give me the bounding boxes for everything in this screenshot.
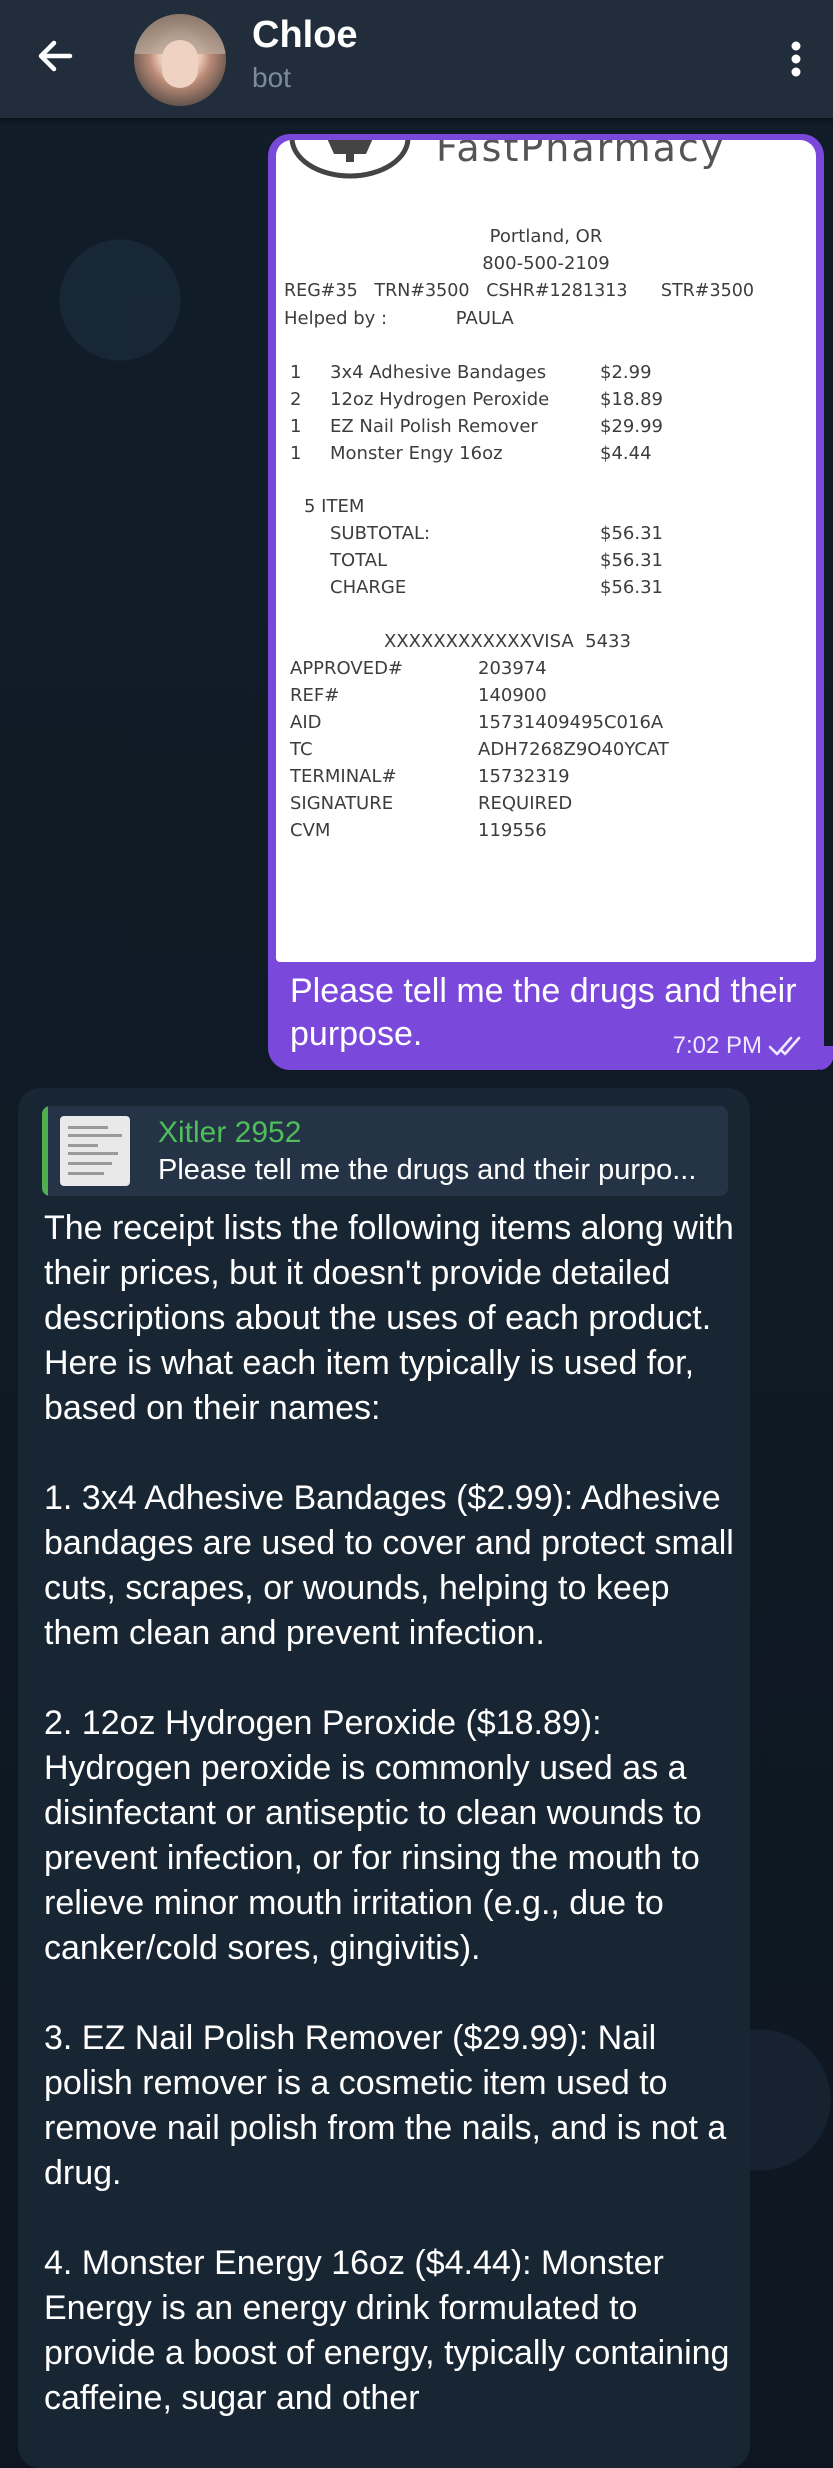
receipt-total: $56.31: [600, 550, 663, 571]
receipt-charge-label: CHARGE: [330, 577, 407, 598]
receipt-detail-value: 15732319: [478, 766, 570, 787]
avatar[interactable]: [134, 14, 226, 106]
receipt-item-name: EZ Nail Polish Remover: [330, 416, 538, 437]
receipt-item-qty: 1: [290, 362, 302, 383]
double-check-icon: [768, 1036, 801, 1056]
receipt-detail-label: REF#: [290, 685, 340, 706]
vertical-dots-icon: [791, 41, 801, 77]
receipt-photo[interactable]: FastPharmacy Portland, OR 800-500-2109 R…: [276, 140, 816, 962]
receipt-subtotal-label: SUBTOTAL:: [330, 523, 431, 544]
receipt-card: XXXXXXXXXXXXVISA 5433: [384, 631, 631, 652]
message-paragraph: The receipt lists the following items al…: [44, 1209, 734, 1427]
receipt-detail-label: TERMINAL#: [290, 766, 397, 787]
incoming-message[interactable]: Xitler 2952 Please tell me the drugs and…: [18, 1088, 750, 2468]
incoming-message-text: The receipt lists the following items al…: [44, 1206, 734, 2466]
receipt-item-qty: 1: [290, 416, 302, 437]
reply-preview: Please tell me the drugs and their purpo…: [158, 1154, 697, 1186]
receipt-item-name: 12oz Hydrogen Peroxide: [330, 389, 550, 410]
message-time: 7:02 PM: [672, 1032, 762, 1059]
message-paragraph: 3. EZ Nail Polish Remover ($29.99): Nail…: [44, 2019, 727, 2192]
receipt-location: Portland, OR: [489, 226, 603, 247]
receipt-reg-line: REG#35 TRN#3500 CSHR#1281313 STR#3500: [284, 281, 755, 301]
receipt-item-price: $18.89: [600, 389, 663, 410]
message-paragraph: 4. Monster Energy 16oz ($4.44): Monster …: [44, 2244, 730, 2417]
receipt-brand: FastPharmacy: [436, 140, 726, 170]
message-meta: 7:02 PM: [673, 1032, 806, 1060]
receipt-detail-value: 140900: [478, 685, 547, 706]
receipt-item-qty: 1: [290, 443, 302, 464]
message-paragraph: 2. 12oz Hydrogen Peroxide ($18.89): Hydr…: [44, 1704, 702, 1967]
menu-button[interactable]: [776, 32, 816, 84]
pharmacy-logo-icon: [289, 140, 411, 179]
receipt-detail-value: 15731409495C016A: [478, 712, 664, 733]
reply-accent-bar: [42, 1106, 48, 1196]
receipt-detail-value: ADH7268Z9O40YCAT: [478, 739, 669, 760]
receipt-detail-value: 119556: [478, 820, 547, 841]
back-button[interactable]: [30, 30, 82, 82]
receipt-phone: 800-500-2109: [482, 253, 610, 274]
receipt-item-name: 3x4 Adhesive Bandages: [330, 362, 547, 383]
receipt-item-price: $2.99: [600, 362, 652, 383]
reply-thumbnail: [60, 1116, 130, 1186]
message-paragraph: 1. 3x4 Adhesive Bandages ($2.99): Adhesi…: [44, 1479, 734, 1652]
receipt-detail-label: APPROVED#: [290, 658, 404, 679]
receipt-item-price: $4.44: [600, 443, 652, 464]
receipt-detail-value: 203974: [478, 658, 547, 679]
receipt-detail-label: CVM: [290, 820, 331, 841]
arrow-left-icon: [38, 40, 73, 72]
receipt-item-price: $29.99: [600, 416, 663, 437]
receipt-detail-label: SIGNATURE: [290, 793, 394, 814]
receipt-total-label: TOTAL: [330, 550, 388, 571]
reply-quote[interactable]: Xitler 2952 Please tell me the drugs and…: [42, 1106, 728, 1196]
receipt-helped-by: Helped by : PAULA: [284, 308, 514, 329]
contact-status: bot: [252, 62, 291, 93]
outgoing-message[interactable]: FastPharmacy Portland, OR 800-500-2109 R…: [268, 134, 824, 1070]
receipt-item-count: 5 ITEM: [304, 496, 365, 517]
receipt-detail-label: AID: [290, 712, 322, 733]
chat-header: Chloe bot: [0, 0, 833, 118]
reply-author: Xitler 2952: [158, 1116, 302, 1149]
receipt-charge: $56.31: [600, 577, 663, 598]
receipt-subtotal: $56.31: [600, 523, 663, 544]
receipt-item-name: Monster Engy 16oz: [330, 443, 503, 464]
contact-name[interactable]: Chloe: [252, 14, 358, 57]
receipt-item-qty: 2: [290, 389, 302, 410]
receipt-detail-value: REQUIRED: [478, 793, 573, 814]
receipt-detail-label: TC: [290, 739, 313, 760]
